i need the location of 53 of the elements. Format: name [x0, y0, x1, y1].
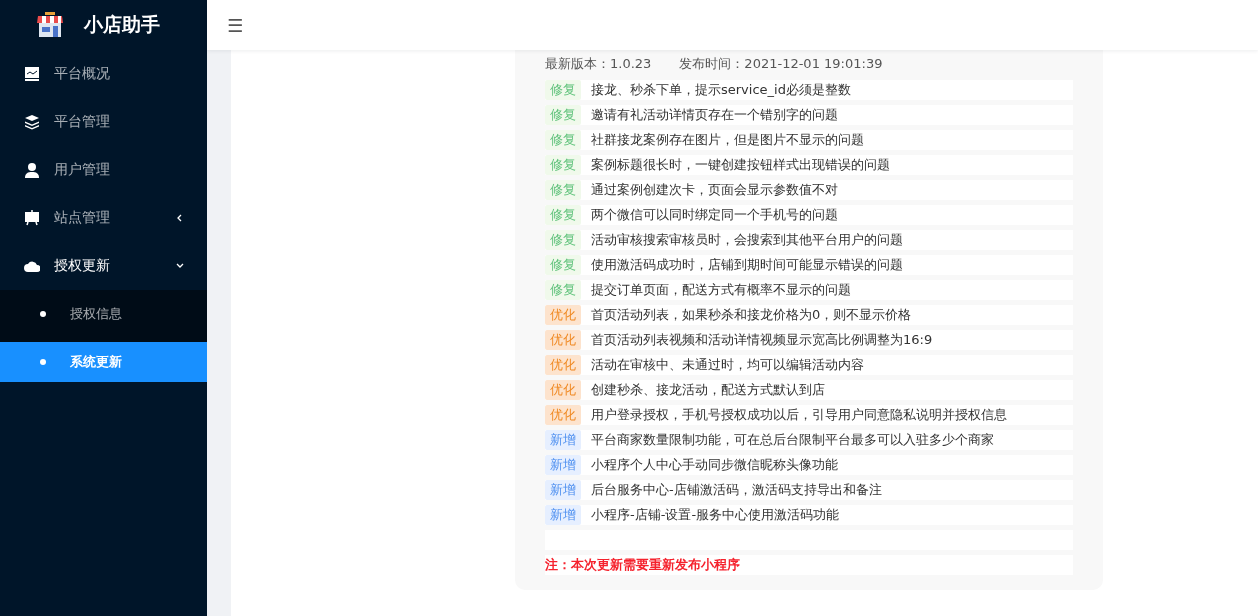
change-text: 通过案例创建次卡，页面会显示参数值不对	[591, 181, 838, 199]
change-text: 案例标题很长时，一键创建按钮样式出现错误的问题	[591, 156, 890, 174]
change-text: 首页活动列表，如果秒杀和接龙价格为0，则不显示价格	[591, 306, 912, 324]
change-tag: 修复	[545, 205, 581, 225]
change-text: 用户登录授权，手机号授权成功以后，引导用户同意隐私说明并授权信息	[591, 406, 1007, 424]
change-text: 两个微信可以同时绑定同一个手机号的问题	[591, 206, 838, 224]
change-text: 平台商家数量限制功能，可在总后台限制平台最多可以入驻多少个商家	[591, 431, 994, 449]
version-text: 最新版本：1.0.23	[545, 55, 652, 73]
update-note: 注：本次更新需要重新发布小程序	[545, 556, 740, 574]
board-icon	[24, 210, 40, 226]
change-tag: 修复	[545, 105, 581, 125]
change-text: 使用激活码成功时，店铺到期时间可能显示错误的问题	[591, 256, 903, 274]
change-text: 活动在审核中、未通过时，均可以编辑活动内容	[591, 356, 864, 374]
change-text: 首页活动列表视频和活动详情视频显示宽高比例调整为16:9	[591, 331, 933, 349]
change-tag: 新增	[545, 430, 581, 450]
change-tag: 优化	[545, 405, 581, 425]
change-tag: 优化	[545, 355, 581, 375]
change-tag: 优化	[545, 380, 581, 400]
submenu-item[interactable]: 授权信息	[0, 290, 207, 338]
change-text: 小程序-店铺-设置-服务中心使用激活码功能	[591, 506, 840, 524]
change-tag: 修复	[545, 180, 581, 200]
change-tag: 优化	[545, 330, 581, 350]
change-tag: 新增	[545, 505, 581, 525]
shop-icon	[36, 11, 64, 39]
change-text: 后台服务中心-店铺激活码，激活码支持导出和备注	[591, 481, 882, 499]
menu-item[interactable]: 平台管理	[0, 98, 207, 146]
change-tag: 修复	[545, 80, 581, 100]
change-text: 小程序个人中心手动同步微信昵称头像功能	[591, 456, 838, 474]
change-tag: 修复	[545, 255, 581, 275]
change-tag: 修复	[545, 130, 581, 150]
menu-item[interactable]: 授权更新	[0, 242, 207, 290]
change-text: 邀请有礼活动详情页存在一个错别字的问题	[591, 106, 838, 124]
menu-item[interactable]: 站点管理	[0, 194, 207, 242]
chart-icon	[24, 66, 40, 82]
change-tag: 新增	[545, 455, 581, 475]
user-icon	[24, 162, 40, 178]
cloud-icon	[24, 260, 40, 272]
change-tag: 修复	[545, 230, 581, 250]
change-tag: 修复	[545, 280, 581, 300]
change-text: 提交订单页面，配送方式有概率不显示的问题	[591, 281, 851, 299]
change-text: 创建秒杀、接龙活动，配送方式默认到店	[591, 381, 825, 399]
change-text: 社群接龙案例存在图片，但是图片不显示的问题	[591, 131, 864, 149]
layers-icon	[24, 114, 40, 130]
change-text: 接龙、秒杀下单，提示service_id必须是整数	[591, 81, 851, 99]
change-text: 活动审核搜索审核员时，会搜索到其他平台用户的问题	[591, 231, 903, 249]
menu-icon[interactable]: ☰	[227, 14, 244, 36]
app-title: 小店助手	[84, 12, 160, 37]
change-tag: 新增	[545, 480, 581, 500]
menu-item[interactable]: 平台概况	[0, 50, 207, 98]
change-tag: 修复	[545, 155, 581, 175]
release-time-text: 发布时间：2021-12-01 19:01:39	[679, 55, 883, 73]
menu-item[interactable]: 用户管理	[0, 146, 207, 194]
change-tag: 优化	[545, 305, 581, 325]
